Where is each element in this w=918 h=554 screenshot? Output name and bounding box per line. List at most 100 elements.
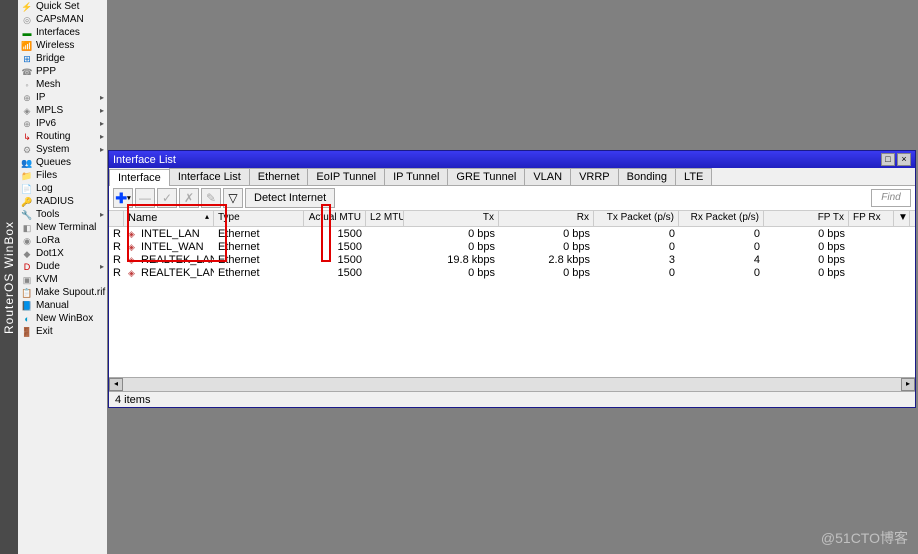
submenu-arrow-icon: ▸ <box>100 132 104 141</box>
col-rx[interactable]: Rx <box>499 211 594 226</box>
cell-flag: R <box>109 228 124 240</box>
sidebar-item-new-winbox[interactable]: ◐New WinBox <box>18 312 107 325</box>
sidebar-item-ip[interactable]: ⊕IP▸ <box>18 91 107 104</box>
col-type[interactable]: Type <box>214 211 304 226</box>
sidebar-item-routing[interactable]: ↳Routing▸ <box>18 130 107 143</box>
tab-eoip-tunnel[interactable]: EoIP Tunnel <box>307 168 385 185</box>
tab-gre-tunnel[interactable]: GRE Tunnel <box>447 168 525 185</box>
sidebar-item-ppp[interactable]: ☎PPP <box>18 65 107 78</box>
scroll-left-button[interactable]: ◂ <box>109 378 123 391</box>
filter-button[interactable]: ▽ <box>223 188 243 208</box>
sidebar-item-queues[interactable]: 👥Queues <box>18 156 107 169</box>
close-button[interactable]: × <box>897 153 911 166</box>
sidebar-item-exit[interactable]: 🚪Exit <box>18 325 107 338</box>
sidebar-item-new-terminal[interactable]: ◧New Terminal <box>18 221 107 234</box>
scroll-right-button[interactable]: ▸ <box>901 378 915 391</box>
sidebar-item-lora[interactable]: ◉LoRa <box>18 234 107 247</box>
column-dropdown[interactable]: ▼ <box>894 211 910 226</box>
sidebar-item-capsman[interactable]: ◎CAPsMAN <box>18 13 107 26</box>
sidebar-label: IP <box>36 92 45 103</box>
col-l2-mtu[interactable]: L2 MTU <box>366 211 404 226</box>
tab-interface[interactable]: Interface <box>109 169 170 186</box>
titlebar[interactable]: Interface List □ × <box>109 151 915 168</box>
sidebar-label: Mesh <box>36 79 60 90</box>
sidebar-item-dot1x[interactable]: ◆Dot1X <box>18 247 107 260</box>
sidebar-label: MPLS <box>36 105 63 116</box>
tab-interface-list[interactable]: Interface List <box>169 168 250 185</box>
sidebar-label: Files <box>36 170 57 181</box>
table-row[interactable]: R◈REALTEK_LAN2Ethernet15000 bps0 bps000 … <box>109 266 915 279</box>
tab-bonding[interactable]: Bonding <box>618 168 676 185</box>
remove-button[interactable]: — <box>135 188 155 208</box>
sidebar-item-tools[interactable]: 🔧Tools▸ <box>18 208 107 221</box>
cell-rx: 2.8 kbps <box>499 254 594 266</box>
cell-name: ◈REALTEK_LAN2 <box>124 267 214 279</box>
detect-internet-button[interactable]: Detect Internet <box>245 188 335 208</box>
toolbar: ✚▾ — ✓ ✗ ✎ ▽ Detect Internet Find <box>109 186 915 211</box>
col-tx[interactable]: Tx <box>404 211 499 226</box>
table-row[interactable]: R◈REALTEK_LAN1Ethernet150019.8 kbps2.8 k… <box>109 253 915 266</box>
sidebar-label: Make Supout.rif <box>35 287 105 298</box>
disable-button[interactable]: ✗ <box>179 188 199 208</box>
tab-ip-tunnel[interactable]: IP Tunnel <box>384 168 448 185</box>
sidebar-item-ipv6[interactable]: ⊕IPv6▸ <box>18 117 107 130</box>
sidebar-item-wireless[interactable]: 📶Wireless <box>18 39 107 52</box>
cell-type: Ethernet <box>214 241 304 253</box>
sidebar-item-manual[interactable]: 📘Manual <box>18 299 107 312</box>
table-row[interactable]: R◈INTEL_LANEthernet15000 bps0 bps000 bps <box>109 227 915 240</box>
horizontal-scrollbar[interactable]: ◂ ▸ <box>109 377 915 391</box>
sidebar-item-bridge[interactable]: ⊞Bridge <box>18 52 107 65</box>
sidebar-item-make-supout.rif[interactable]: 📋Make Supout.rif <box>18 286 107 299</box>
sidebar-item-mpls[interactable]: ◈MPLS▸ <box>18 104 107 117</box>
sidebar-icon: 🔑 <box>21 197 33 207</box>
app-title: RouterOS WinBox <box>0 0 18 554</box>
enable-button[interactable]: ✓ <box>157 188 177 208</box>
cell-rx: 0 bps <box>499 228 594 240</box>
sidebar-label: Routing <box>36 131 70 142</box>
col-flag[interactable] <box>109 211 124 226</box>
sidebar-icon: ⊕ <box>21 119 33 129</box>
col-fp-rx[interactable]: FP Rx <box>849 211 894 226</box>
sidebar-item-dude[interactable]: DDude▸ <box>18 260 107 273</box>
col-rx-packet[interactable]: Rx Packet (p/s) <box>679 211 764 226</box>
col-name[interactable]: Name ▴ <box>124 211 214 226</box>
cell-tx: 0 bps <box>404 228 499 240</box>
minimize-button[interactable]: □ <box>881 153 895 166</box>
scroll-track[interactable] <box>123 378 901 391</box>
sidebar-item-radius[interactable]: 🔑RADIUS <box>18 195 107 208</box>
cell-type: Ethernet <box>214 254 304 266</box>
sidebar-item-interfaces[interactable]: ▬Interfaces <box>18 26 107 39</box>
sidebar-item-mesh[interactable]: ◦Mesh <box>18 78 107 91</box>
table-header: Name ▴ Type Actual MTU L2 MTU Tx Rx Tx P… <box>109 211 915 227</box>
cell-actual-mtu: 1500 <box>304 228 366 240</box>
tab-vlan[interactable]: VLAN <box>524 168 571 185</box>
sidebar-label: Bridge <box>36 53 65 64</box>
sidebar-item-quick-set[interactable]: ⚡Quick Set <box>18 0 107 13</box>
cell-flag: R <box>109 254 124 266</box>
cell-fp-tx: 0 bps <box>764 254 849 266</box>
sidebar-item-system[interactable]: ⚙System▸ <box>18 143 107 156</box>
sidebar-item-log[interactable]: 📄Log <box>18 182 107 195</box>
sidebar-label: Wireless <box>36 40 74 51</box>
tab-vrrp[interactable]: VRRP <box>570 168 619 185</box>
sidebar-icon: ⊞ <box>21 54 33 64</box>
sidebar-icon: 👥 <box>21 158 33 168</box>
sidebar-item-kvm[interactable]: ▣KVM <box>18 273 107 286</box>
comment-button[interactable]: ✎ <box>201 188 221 208</box>
tab-lte[interactable]: LTE <box>675 168 712 185</box>
sidebar-icon: ⚡ <box>21 2 33 12</box>
add-button[interactable]: ✚▾ <box>113 188 133 208</box>
find-input[interactable]: Find <box>871 189 911 207</box>
col-actual-mtu[interactable]: Actual MTU <box>304 211 366 226</box>
col-tx-packet[interactable]: Tx Packet (p/s) <box>594 211 679 226</box>
cell-tx: 0 bps <box>404 267 499 279</box>
col-fp-tx[interactable]: FP Tx <box>764 211 849 226</box>
table-row[interactable]: R◈INTEL_WANEthernet15000 bps0 bps000 bps <box>109 240 915 253</box>
cell-tx: 0 bps <box>404 241 499 253</box>
sidebar-icon: ⊕ <box>21 93 33 103</box>
sidebar-label: Quick Set <box>36 1 79 12</box>
sidebar-item-files[interactable]: 📁Files <box>18 169 107 182</box>
cell-rx: 0 bps <box>499 241 594 253</box>
tab-ethernet[interactable]: Ethernet <box>249 168 309 185</box>
submenu-arrow-icon: ▸ <box>100 119 104 128</box>
